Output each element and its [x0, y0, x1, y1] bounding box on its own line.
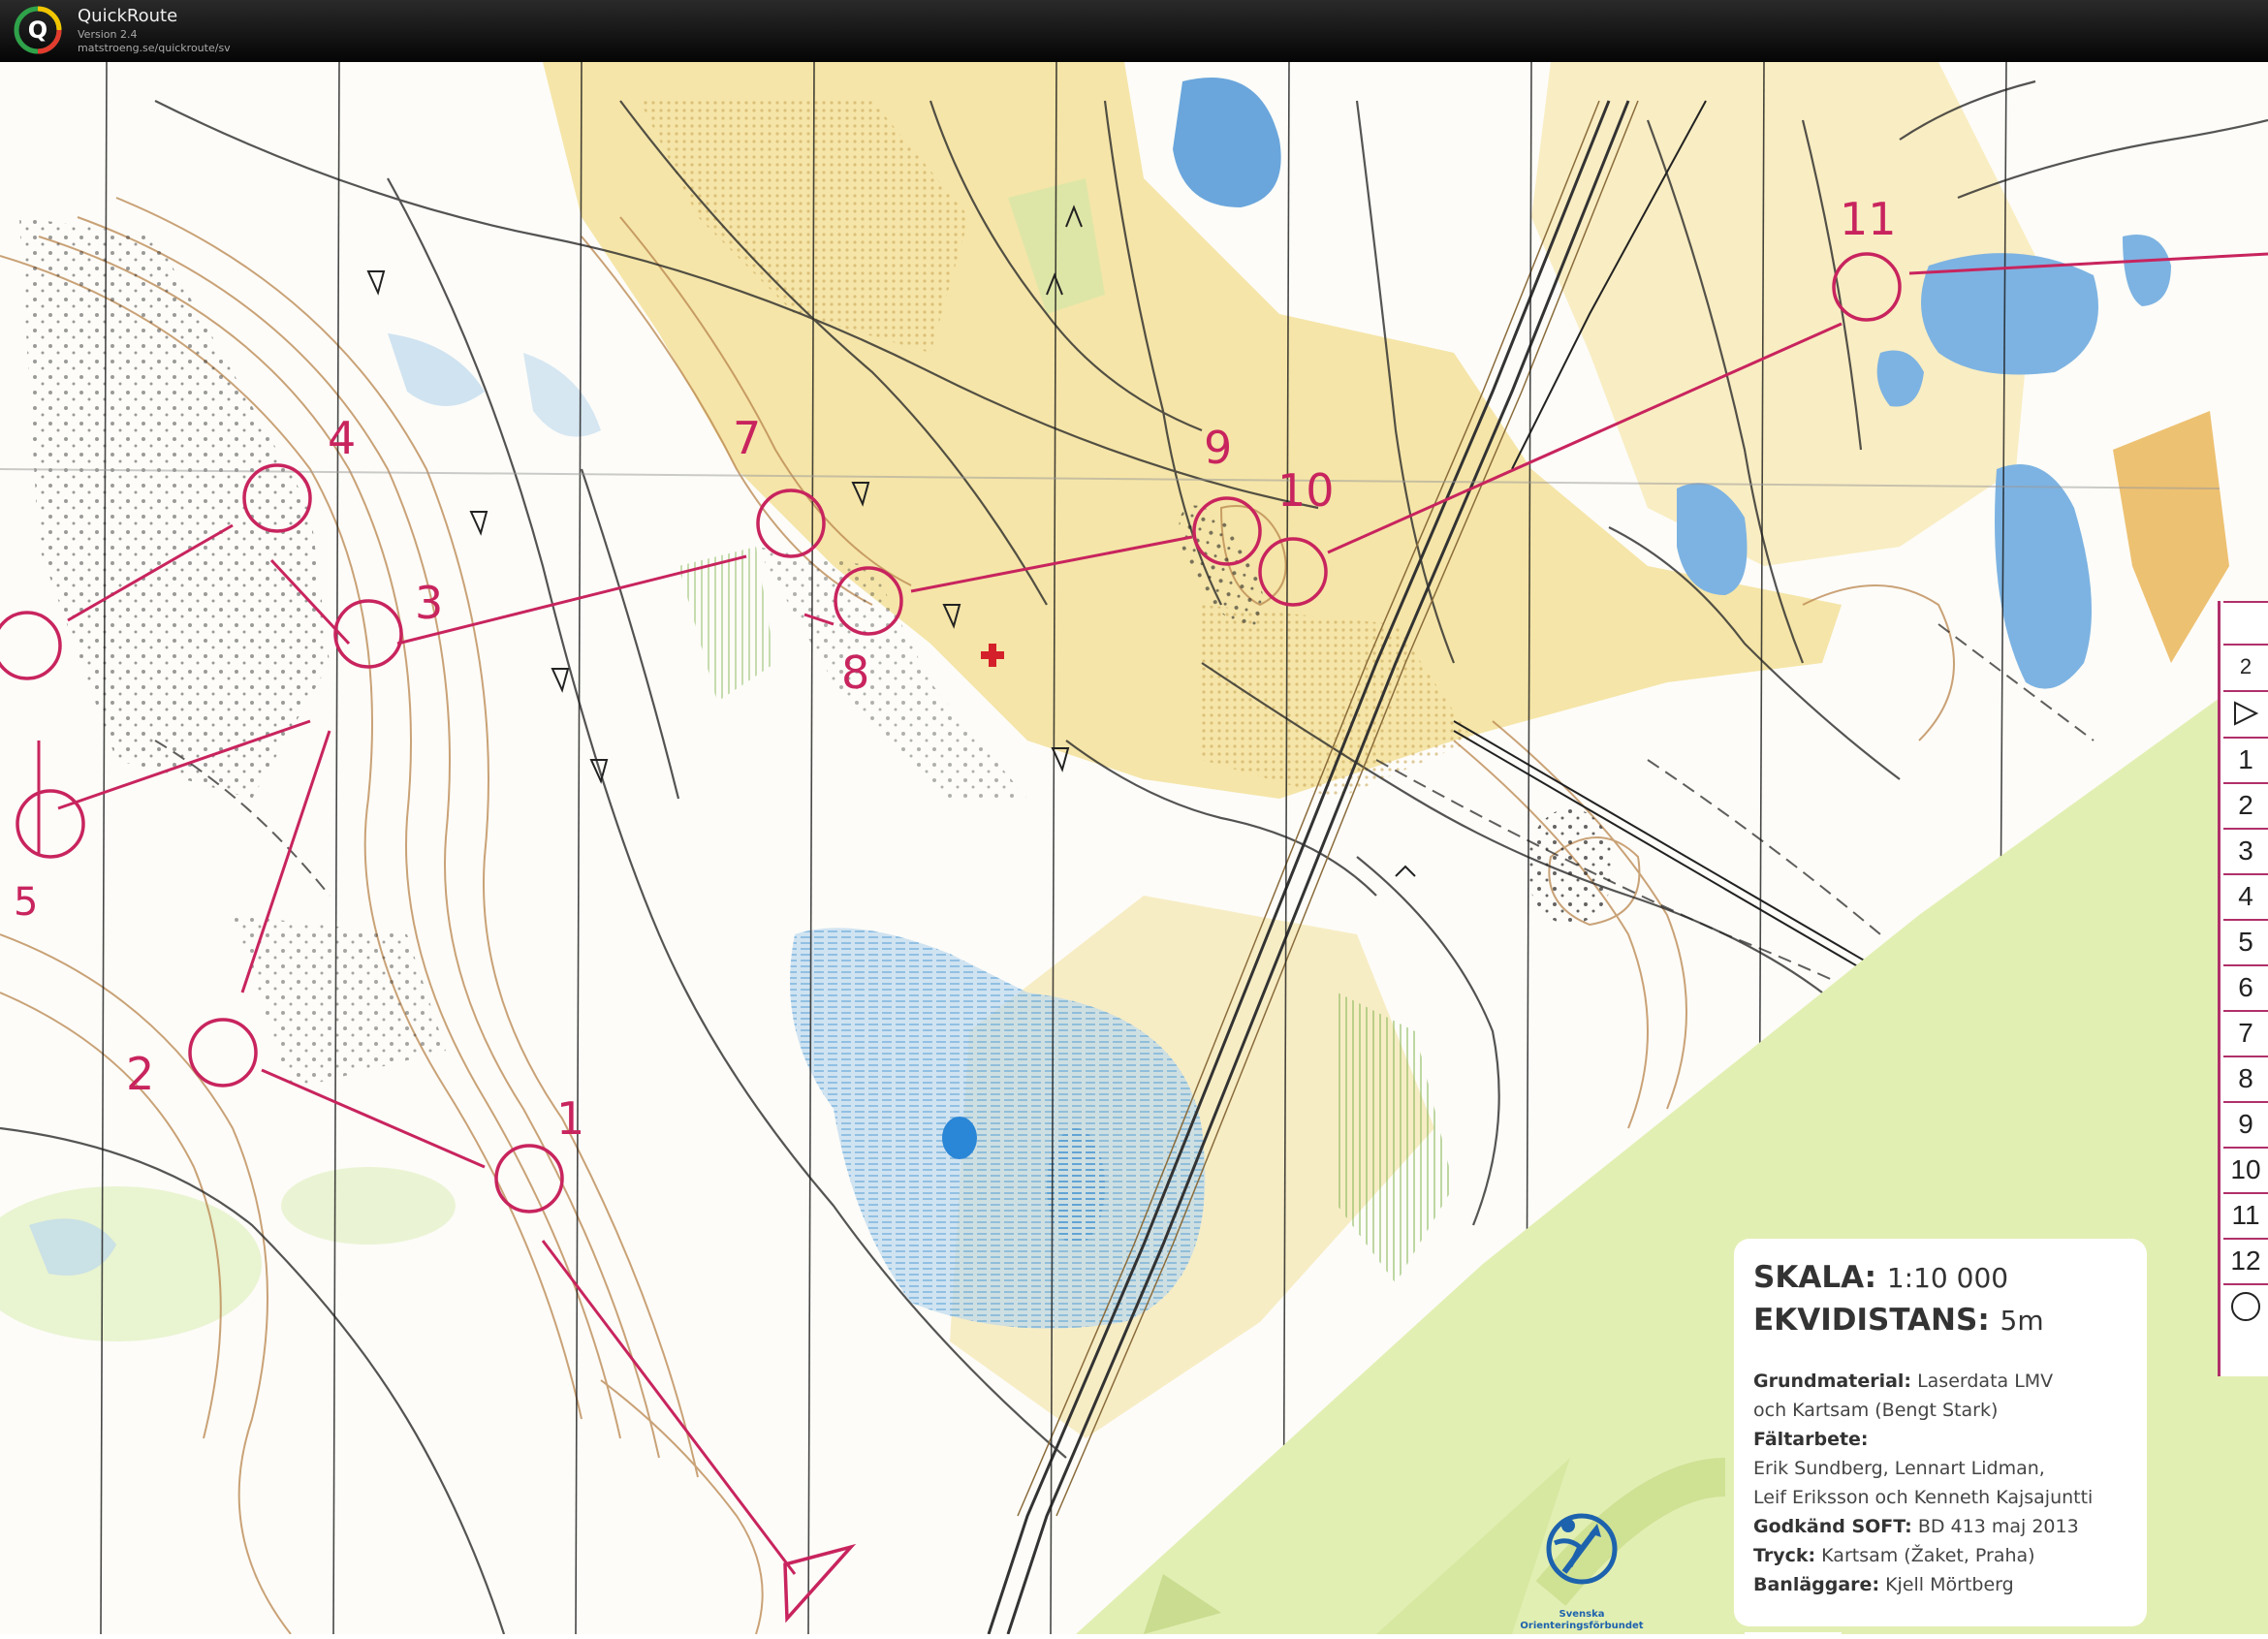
info-label-1: Grundmaterial: [1753, 1371, 1912, 1392]
scale-value: 1:10 000 [1886, 1262, 2009, 1294]
control-2-number: 2 [126, 1048, 154, 1100]
desc-row-9: 9 [2223, 1101, 2268, 1146]
control-description-sheet: 2 1 2 3 4 5 6 7 8 9 10 11 12 [2218, 601, 2268, 1376]
desc-row-7: 7 [2223, 1010, 2268, 1055]
desc-row-5: 5 [2223, 919, 2268, 963]
control-3-number: 3 [415, 577, 443, 629]
finish-circle-icon [2231, 1292, 2260, 1321]
control-1-number: 1 [556, 1092, 584, 1145]
info-label-8: Banläggare: [1753, 1574, 1880, 1595]
desc-finish-row [2223, 1283, 2268, 1328]
app-title: QuickRoute [78, 6, 178, 26]
quickroute-logo-icon: Q [14, 6, 62, 54]
info-label-7: Tryck: [1753, 1545, 1816, 1566]
federation-name-1: Svenska [1559, 1609, 1605, 1620]
control-9-number: 9 [1204, 422, 1232, 474]
control-4-number: 4 [328, 412, 356, 464]
info-line-4: Erik Sundberg, Lennart Lidman, [1753, 1458, 2045, 1479]
info-text-7: Kartsam (Žaket, Praha) [1821, 1545, 2035, 1566]
control-7-number: 7 [733, 412, 761, 464]
info-label-6: Godkänd SOFT: [1753, 1516, 1912, 1537]
scale-label: SKALA: [1753, 1260, 1877, 1295]
info-line-5: Leif Eriksson och Kenneth Kajsajuntti [1753, 1487, 2093, 1508]
desc-row-count: 2 [2223, 644, 2268, 688]
svg-text:Q: Q [28, 16, 47, 44]
info-label-3: Fältarbete: [1753, 1429, 1869, 1450]
contour-value: 5m [2000, 1305, 2044, 1337]
scale-line: SKALA: 1:10 000 [1753, 1260, 2008, 1295]
desc-row-4: 4 [2223, 873, 2268, 918]
desc-row-12: 12 [2223, 1238, 2268, 1282]
app-version: Version 2.4 [78, 28, 138, 41]
control-10-number: 10 [1277, 464, 1335, 517]
info-line-1: Grundmaterial: Laserdata LMV [1753, 1371, 2053, 1392]
desc-row-6: 6 [2223, 964, 2268, 1009]
info-line-2: och Kartsam (Bengt Stark) [1753, 1400, 1998, 1421]
contour-label: EKVIDISTANS: [1753, 1303, 1990, 1338]
desc-row-3: 3 [2223, 828, 2268, 872]
federation-name-2: Orienteringsförbundet [1520, 1621, 1643, 1631]
map-info-box: SKALA: 1:10 000 EKVIDISTANS: 5m Grundmat… [1734, 1239, 2147, 1626]
contour-line: EKVIDISTANS: 5m [1753, 1303, 2044, 1338]
control-11-number: 11 [1840, 193, 1897, 245]
desc-row-8: 8 [2223, 1056, 2268, 1100]
info-text-2: och Kartsam (Bengt Stark) [1753, 1400, 1999, 1421]
desc-row-2: 2 [2223, 782, 2268, 827]
info-text-1: Laserdata LMV [1917, 1371, 2054, 1392]
start-triangle-icon [2234, 701, 2259, 726]
info-text-4: Erik Sundberg, Lennart Lidman, [1753, 1458, 2045, 1479]
info-text-6: BD 413 maj 2013 [1917, 1516, 2079, 1537]
app-url: matstroeng.se/quickroute/sv [78, 42, 231, 54]
title-bar: Q QuickRoute Version 2.4 matstroeng.se/q… [0, 0, 2268, 62]
info-line-7: Tryck: Kartsam (Žaket, Praha) [1753, 1545, 2035, 1566]
info-line-6: Godkänd SOFT: BD 413 maj 2013 [1753, 1516, 2079, 1537]
info-line-3: Fältarbete: [1753, 1429, 1869, 1450]
control-8-number: 8 [841, 646, 869, 699]
info-line-8: Banläggare: Kjell Mörtberg [1753, 1574, 2014, 1595]
desc-header-row [2223, 601, 2268, 646]
desc-row-11: 11 [2223, 1192, 2268, 1237]
orienteering-map[interactable]: 5 1 2 3 4 7 8 9 10 11 Svenska Orienterin… [0, 61, 2268, 1635]
desc-row-1: 1 [2223, 737, 2268, 781]
desc-start-row [2223, 690, 2268, 735]
info-text-5: Leif Eriksson och Kenneth Kajsajuntti [1753, 1487, 2094, 1508]
control-5-number-partial: 5 [14, 880, 38, 925]
desc-row-10: 10 [2223, 1147, 2268, 1191]
info-text-8: Kjell Mörtberg [1885, 1574, 2014, 1595]
